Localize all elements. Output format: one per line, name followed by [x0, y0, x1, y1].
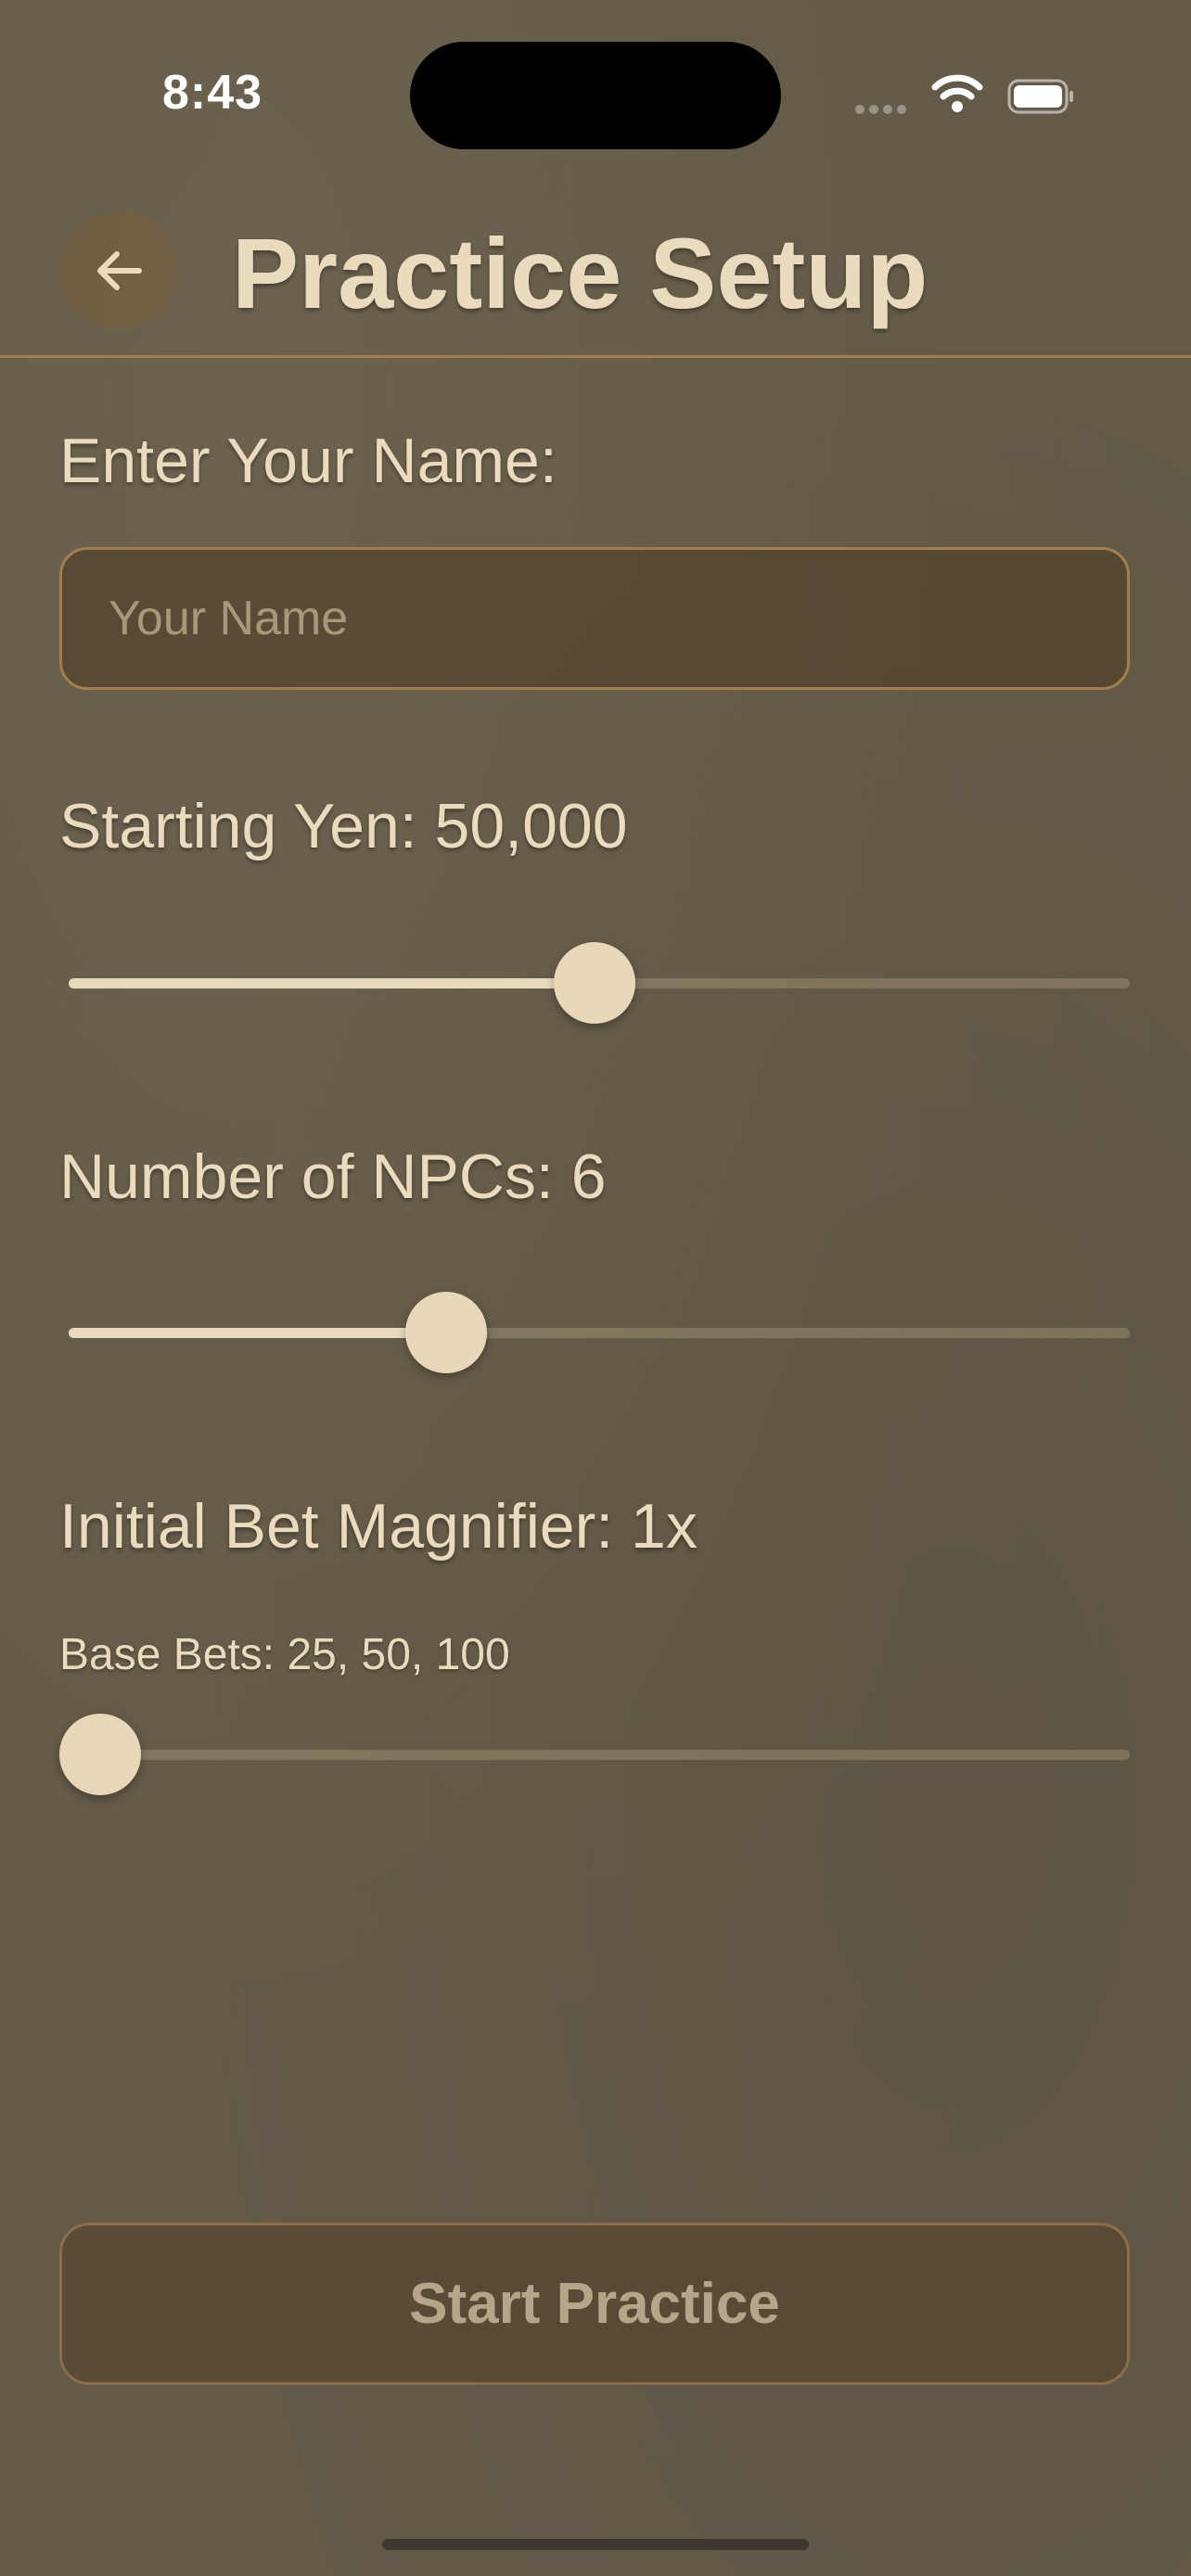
arrow-left-icon: [97, 251, 142, 290]
status-time: 8:43: [162, 66, 263, 120]
slider-fill: [69, 978, 595, 988]
slider-thumb[interactable]: [59, 1714, 141, 1795]
slider-fill: [69, 1328, 447, 1338]
slider-thumb[interactable]: [554, 942, 635, 1024]
slider-thumb[interactable]: [405, 1292, 488, 1373]
base-bets-text: Base Bets: 25, 50, 100: [59, 1630, 510, 1679]
bet-magnifier-slider[interactable]: [59, 1703, 1130, 1805]
home-indicator: [382, 2539, 809, 2550]
name-label: Enter Your Name:: [59, 426, 557, 496]
wifi-icon: [931, 74, 983, 112]
start-practice-label: Start Practice: [409, 2272, 780, 2336]
header-divider: [0, 355, 1191, 358]
battery-icon: [1007, 79, 1073, 114]
bet-magnifier-label: Initial Bet Magnifier: 1x: [59, 1491, 698, 1562]
npcs-slider[interactable]: [59, 1282, 1130, 1384]
npcs-label: Number of NPCs: 6: [59, 1141, 607, 1212]
start-practice-button[interactable]: Start Practice: [59, 2223, 1130, 2385]
dynamic-island: [410, 42, 781, 149]
cellular-signal-icon: [855, 102, 913, 114]
slider-track: [69, 1750, 1130, 1760]
page-title: Practice Setup: [232, 217, 928, 329]
starting-yen-label: Starting Yen: 50,000: [59, 791, 628, 861]
name-input[interactable]: [59, 547, 1130, 690]
back-button[interactable]: [59, 211, 178, 330]
starting-yen-slider[interactable]: [59, 932, 1130, 1034]
